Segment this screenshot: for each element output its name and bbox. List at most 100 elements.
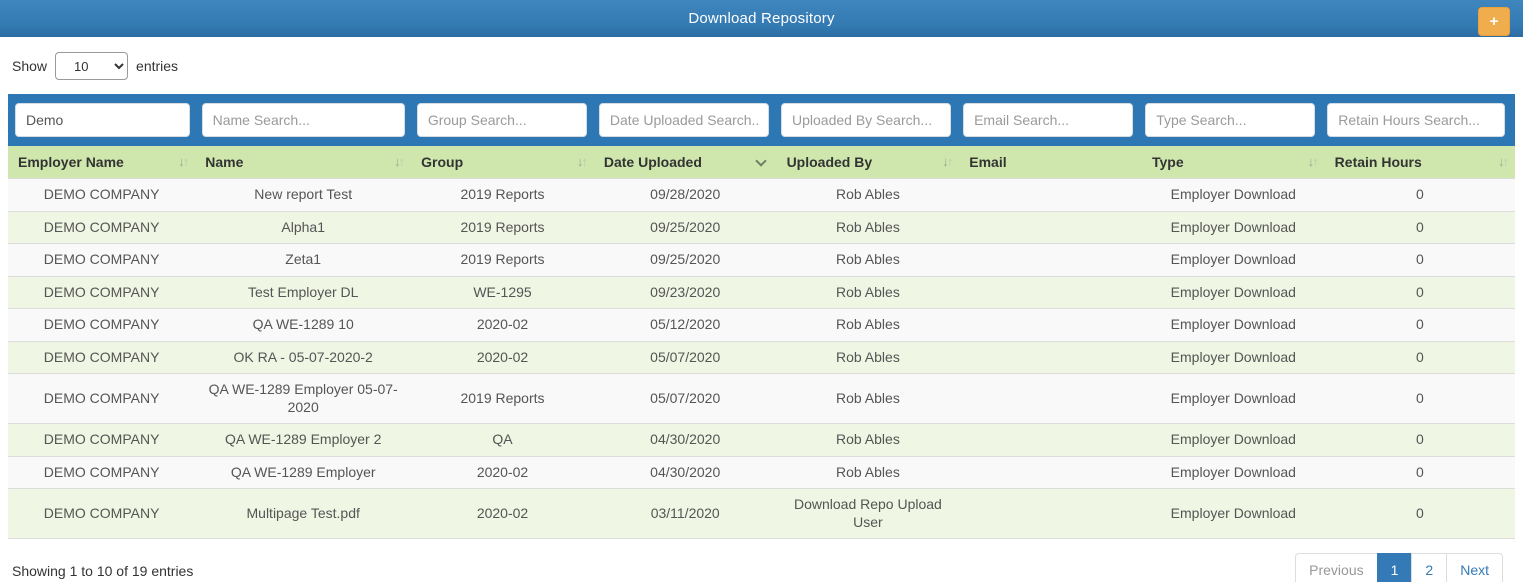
add-button[interactable]: + (1478, 7, 1510, 36)
column-label: Name (205, 154, 243, 170)
table-cell: DEMO COMPANY (8, 179, 195, 212)
page-title: Download Repository (688, 10, 834, 27)
table-cell: Rob Ables (777, 276, 960, 309)
table-cell (959, 489, 1142, 539)
download-repository-table: Employer Name↓↑Name↓↑Group↓↑Date Uploade… (8, 94, 1515, 539)
title-bar: Download Repository + (0, 0, 1523, 37)
table-cell: 0 (1325, 374, 1515, 424)
sort-both-icon: ↓↑ (394, 154, 403, 169)
date-uploaded-search-input[interactable] (599, 103, 769, 137)
data-table: Employer Name↓↑Name↓↑Group↓↑Date Uploade… (8, 146, 1515, 539)
table-cell (959, 179, 1142, 212)
table-cell: QA (411, 424, 594, 457)
table-cell (959, 341, 1142, 374)
table-row[interactable]: DEMO COMPANYQA WE-1289 Employer 05-07-20… (8, 374, 1515, 424)
table-cell: 2019 Reports (411, 179, 594, 212)
column-label: Type (1152, 154, 1184, 170)
table-cell: Rob Ables (777, 309, 960, 342)
table-cell: Alpha1 (195, 211, 411, 244)
table-row[interactable]: DEMO COMPANYAlpha12019 Reports09/25/2020… (8, 211, 1515, 244)
table-cell (959, 424, 1142, 457)
table-cell: Employer Download (1142, 424, 1325, 457)
column-header-date-uploaded[interactable]: Date Uploaded (594, 146, 777, 179)
table-row[interactable]: DEMO COMPANYMultipage Test.pdf2020-0203/… (8, 489, 1515, 539)
table-cell: Employer Download (1142, 276, 1325, 309)
table-cell: 0 (1325, 211, 1515, 244)
page-button-2[interactable]: 2 (1411, 553, 1447, 582)
table-cell: 0 (1325, 179, 1515, 212)
sort-both-icon: ↓↑ (1498, 154, 1507, 169)
table-cell: Rob Ables (777, 374, 960, 424)
table-cell: Employer Download (1142, 211, 1325, 244)
employer-name-search-input[interactable] (15, 103, 190, 137)
table-cell: 09/28/2020 (594, 179, 777, 212)
group-search-input[interactable] (417, 103, 587, 137)
table-cell: DEMO COMPANY (8, 489, 195, 539)
pagination: Previous 12 Next (1296, 553, 1503, 582)
table-cell: DEMO COMPANY (8, 244, 195, 277)
column-header-type[interactable]: Type↓↑ (1142, 146, 1325, 179)
table-cell: QA WE-1289 10 (195, 309, 411, 342)
table-cell: 2020-02 (411, 309, 594, 342)
column-label: Employer Name (18, 154, 124, 170)
column-label: Uploaded By (787, 154, 873, 170)
sort-both-icon: ↓↑ (577, 154, 586, 169)
email-search-input[interactable] (963, 103, 1133, 137)
table-row[interactable]: DEMO COMPANYNew report Test2019 Reports0… (8, 179, 1515, 212)
column-label: Group (421, 154, 463, 170)
table-cell: 0 (1325, 276, 1515, 309)
table-cell: OK RA - 05-07-2020-2 (195, 341, 411, 374)
table-cell (959, 309, 1142, 342)
table-cell: Employer Download (1142, 489, 1325, 539)
table-row[interactable]: DEMO COMPANYQA WE-1289 Employer2020-0204… (8, 456, 1515, 489)
table-cell (959, 244, 1142, 277)
type-search-input[interactable] (1145, 103, 1315, 137)
column-header-email[interactable]: Email (959, 146, 1142, 179)
column-header-name[interactable]: Name ↓↑ (195, 146, 411, 179)
next-page-button[interactable]: Next (1446, 553, 1503, 582)
sort-both-icon: ↓↑ (942, 154, 951, 169)
uploaded-by-search-input[interactable] (781, 103, 951, 137)
table-cell: QA WE-1289 Employer 05-07-2020 (195, 374, 411, 424)
table-cell: 2019 Reports (411, 244, 594, 277)
column-header-retain-hours[interactable]: Retain Hours↓↑ (1325, 146, 1515, 179)
table-cell: 2019 Reports (411, 211, 594, 244)
column-header-group[interactable]: Group ↓↑ (411, 146, 594, 179)
table-row[interactable]: DEMO COMPANYQA WE-1289 102020-0205/12/20… (8, 309, 1515, 342)
table-row[interactable]: DEMO COMPANYTest Employer DLWE-129509/23… (8, 276, 1515, 309)
page-size-select[interactable]: 10 (55, 52, 128, 80)
table-row[interactable]: DEMO COMPANYOK RA - 05-07-2020-22020-020… (8, 341, 1515, 374)
table-cell: 09/23/2020 (594, 276, 777, 309)
column-label: Email (969, 154, 1006, 170)
table-cell: Rob Ables (777, 341, 960, 374)
table-cell: 0 (1325, 424, 1515, 457)
previous-page-button[interactable]: Previous (1295, 553, 1377, 582)
table-cell: DEMO COMPANY (8, 276, 195, 309)
table-row[interactable]: DEMO COMPANYZeta12019 Reports09/25/2020R… (8, 244, 1515, 277)
page-button-1[interactable]: 1 (1377, 553, 1413, 582)
table-cell: 03/11/2020 (594, 489, 777, 539)
table-header-row: Employer Name↓↑Name↓↑Group↓↑Date Uploade… (8, 146, 1515, 179)
table-cell: Rob Ables (777, 211, 960, 244)
table-cell: Rob Ables (777, 456, 960, 489)
page-number-buttons: 12 (1378, 553, 1448, 582)
sort-desc-icon (755, 155, 766, 166)
table-cell (959, 456, 1142, 489)
table-cell: DEMO COMPANY (8, 456, 195, 489)
table-cell: Employer Download (1142, 374, 1325, 424)
table-cell: Test Employer DL (195, 276, 411, 309)
table-cell: 05/07/2020 (594, 374, 777, 424)
table-cell: 2019 Reports (411, 374, 594, 424)
table-body: DEMO COMPANYNew report Test2019 Reports0… (8, 179, 1515, 539)
table-cell: 0 (1325, 309, 1515, 342)
entries-summary: Showing 1 to 10 of 19 entries (12, 563, 193, 579)
table-cell: Rob Ables (777, 179, 960, 212)
column-header-uploaded-by[interactable]: Uploaded By ↓↑ (777, 146, 960, 179)
table-cell: Rob Ables (777, 424, 960, 457)
retain-hours-search-input[interactable] (1327, 103, 1505, 137)
column-header-employer-name[interactable]: Employer Name↓↑ (8, 146, 195, 179)
column-label: Date Uploaded (604, 154, 702, 170)
name-search-input[interactable] (202, 103, 405, 137)
table-row[interactable]: DEMO COMPANYQA WE-1289 Employer 2QA04/30… (8, 424, 1515, 457)
table-cell: Zeta1 (195, 244, 411, 277)
